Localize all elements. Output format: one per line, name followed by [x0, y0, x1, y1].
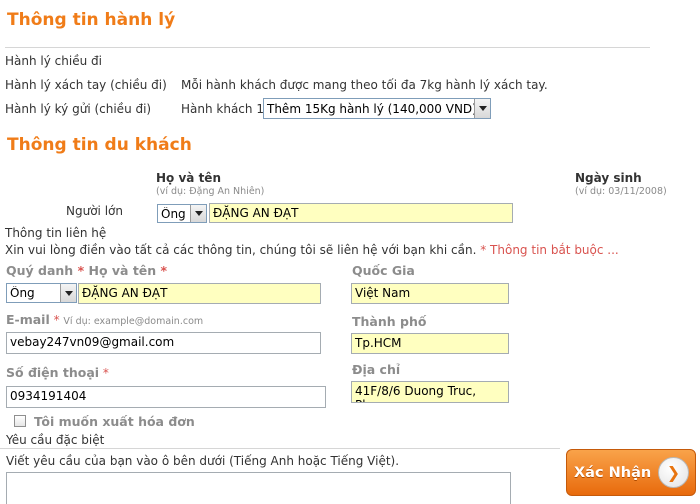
- special-request-instruction: Viết yêu cầu của bạn vào ô bên dưới (Tiế…: [6, 454, 400, 468]
- phone-input[interactable]: 0934191404: [6, 386, 326, 408]
- adult-label: Người lớn: [66, 204, 123, 218]
- salutation-label: Quý danh: [6, 263, 74, 278]
- salutation-select[interactable]: Ông: [6, 283, 77, 303]
- city-input[interactable]: Tp.HCM: [351, 333, 509, 354]
- phone-label-row: Số điện thoại *: [6, 365, 109, 380]
- fullname-input[interactable]: ĐẶNG AN ĐẠT: [78, 283, 321, 304]
- traveler-title-value: Ông: [161, 206, 186, 221]
- contact-instruction: Xin vui lòng điền vào tất cả các thông t…: [5, 243, 619, 257]
- fullname-label: Họ và tên: [88, 263, 157, 278]
- checked-baggage-select[interactable]: Thêm 15Kg hành lý (140,000 VND): [263, 98, 491, 119]
- country-input[interactable]: Việt Nam: [351, 283, 509, 304]
- chevron-down-icon: [474, 99, 490, 118]
- contact-section-title: Thông tin liên hệ: [5, 226, 107, 240]
- required-mark: *: [102, 366, 109, 380]
- email-hint: Ví dụ: example@domain.com: [63, 316, 204, 327]
- confirm-button-label: Xác Nhận: [574, 464, 652, 481]
- invoice-checkbox[interactable]: [14, 415, 26, 427]
- phone-label: Số điện thoại: [6, 365, 100, 380]
- checked-baggage-value: Thêm 15Kg hành lý (140,000 VND): [267, 101, 474, 116]
- city-label: Thành phố: [352, 314, 427, 329]
- required-mark: *: [160, 263, 168, 278]
- name-example: (ví dụ: Đặng An Nhiên): [156, 186, 265, 197]
- dob-example: (ví dụ: 03/11/2008): [575, 186, 667, 197]
- divider: [0, 448, 560, 449]
- email-label: E-mail: [6, 312, 50, 327]
- outbound-baggage-label: Hành lý chiều đi: [5, 54, 102, 68]
- address-label: Địa chỉ: [352, 362, 401, 377]
- checked-baggage-label: Hành lý ký gửi (chiều đi): [5, 102, 152, 116]
- traveler-section-title: Thông tin du khách: [7, 135, 192, 155]
- special-request-label: Yêu cầu đặc biệt: [6, 433, 105, 447]
- traveler-title-select[interactable]: Ông: [157, 204, 207, 223]
- special-request-textarea[interactable]: [6, 472, 511, 504]
- arrow-right-icon: ❯: [658, 457, 689, 488]
- baggage-section-title: Thông tin hành lý: [7, 10, 176, 30]
- dob-header: Ngày sinh: [575, 171, 642, 185]
- invoice-label: Tôi muốn xuất hóa đơn: [34, 414, 195, 429]
- contact-instruction-text: Xin vui lòng điền vào tất cả các thông t…: [5, 243, 477, 257]
- carry-on-label: Hành lý xách tay (chiều đi): [5, 78, 167, 92]
- chevron-down-icon: [190, 205, 206, 222]
- confirm-button[interactable]: Xác Nhận ❯: [566, 449, 696, 496]
- email-input[interactable]: vebay247vn09@gmail.com: [6, 332, 321, 354]
- required-note: * Thông tin bắt buộc ...: [480, 243, 619, 257]
- required-mark: *: [53, 313, 60, 327]
- salutation-fullname-label: Quý danh * Họ và tên *: [6, 263, 167, 278]
- required-mark: *: [77, 263, 85, 278]
- traveler-name-input[interactable]: ĐẶNG AN ĐẠT: [209, 203, 513, 223]
- divider: [5, 47, 650, 48]
- chevron-down-icon: [60, 284, 76, 302]
- email-label-row: E-mail * Ví dụ: example@domain.com: [6, 312, 203, 327]
- passenger-1-label: Hành khách 1: [181, 102, 264, 116]
- carry-on-info: Mỗi hành khách được mang theo tối đa 7kg…: [181, 78, 548, 92]
- country-label: Quốc Gia: [352, 263, 415, 278]
- address-input[interactable]: 41F/8/6 Duong Truc, Phuo: [351, 381, 509, 403]
- name-header: Họ và tên: [156, 171, 221, 185]
- salutation-value: Ông: [10, 286, 35, 300]
